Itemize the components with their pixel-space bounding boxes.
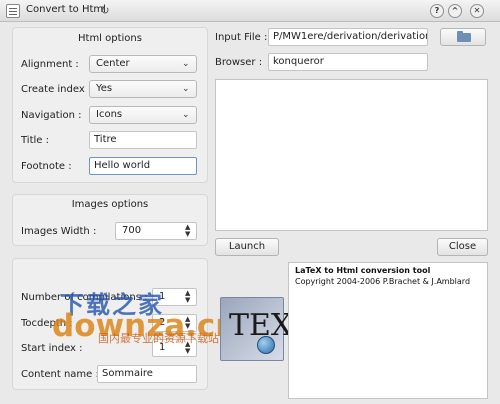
images-options-title: Images options xyxy=(71,199,149,210)
browser-label: Browser : xyxy=(215,57,263,68)
chevron-down-icon: ⌄ xyxy=(182,110,190,120)
pin-icon[interactable]: ↻ xyxy=(98,4,112,18)
images-width-value: 700 xyxy=(122,225,142,236)
footnote-input[interactable]: Hello world xyxy=(89,157,197,175)
create-index-value: Yes xyxy=(96,83,113,94)
title-input[interactable]: Titre xyxy=(89,131,197,149)
compilations-value: 1 xyxy=(159,291,166,302)
tex-globe-logo: TEX xyxy=(220,297,292,361)
spin-arrows-icon: ▲ ▼ xyxy=(185,289,191,304)
help-button[interactable]: ? xyxy=(430,4,444,18)
html-options-title: Html options xyxy=(78,33,142,44)
spin-arrows-icon: ▲ ▼ xyxy=(185,315,191,330)
tocdepth-value: 2 xyxy=(159,317,166,328)
tocdepth-label: Tocdepth : xyxy=(21,318,73,329)
content-name-label: Content name : xyxy=(21,369,99,380)
output-log[interactable] xyxy=(215,79,488,231)
navigation-select[interactable]: Icons ⌄ xyxy=(89,106,197,124)
compilations-spinbox[interactable]: 1 ▲ ▼ xyxy=(152,288,197,306)
navigation-value: Icons xyxy=(96,109,123,120)
shade-button[interactable]: ^ xyxy=(448,4,462,18)
compilations-label: Number of compilations : xyxy=(21,292,148,303)
images-width-spinbox[interactable]: 700 ▲ ▼ xyxy=(115,222,197,240)
tocdepth-spinbox[interactable]: 2 ▲ ▼ xyxy=(152,314,197,332)
alignment-select[interactable]: Center ⌄ xyxy=(89,55,197,73)
browser-input[interactable]: konqueror xyxy=(268,53,428,71)
footnote-label: Footnote : xyxy=(21,161,72,172)
chevron-down-icon: ⌄ xyxy=(182,59,190,69)
alignment-label: Alignment : xyxy=(21,59,79,70)
folder-icon xyxy=(457,31,471,42)
launch-button[interactable]: Launch xyxy=(215,238,279,256)
about-info-box: LaTeX to Html conversion tool Copyright … xyxy=(288,262,488,399)
close-window-button[interactable]: ✕ xyxy=(470,4,484,18)
chevron-down-icon: ⌄ xyxy=(182,84,190,94)
create-index-select[interactable]: Yes ⌄ xyxy=(89,80,197,98)
create-index-label: Create index : xyxy=(21,84,92,95)
spin-arrows-icon: ▲ ▼ xyxy=(185,223,191,238)
title-label: Title : xyxy=(21,135,49,146)
input-file-field[interactable]: P/MW1ere/derivation/derivation.tex xyxy=(268,28,428,46)
window-title: Convert to Html xyxy=(26,4,106,15)
alignment-value: Center xyxy=(96,58,130,69)
info-copyright: Copyright 2004-2006 P.Brachet & J.Amblar… xyxy=(295,277,471,286)
navigation-label: Navigation : xyxy=(21,110,82,121)
globe-icon xyxy=(257,336,275,354)
browse-button[interactable] xyxy=(440,28,486,46)
start-index-value: 1 xyxy=(159,342,166,353)
start-index-spinbox[interactable]: 1 ▲ ▼ xyxy=(152,339,197,357)
start-index-label: Start index : xyxy=(21,343,83,354)
info-title: LaTeX to Html conversion tool xyxy=(295,266,431,275)
title-bar: Convert to Html ↻ ? ^ ✕ xyxy=(0,0,500,22)
close-button[interactable]: Close xyxy=(437,238,488,256)
input-file-label: Input File : xyxy=(215,32,268,43)
images-width-label: Images Width : xyxy=(21,226,97,237)
spin-arrows-icon: ▲ ▼ xyxy=(185,340,191,355)
content-name-input[interactable]: Sommaire xyxy=(97,365,197,383)
document-icon xyxy=(6,4,20,18)
